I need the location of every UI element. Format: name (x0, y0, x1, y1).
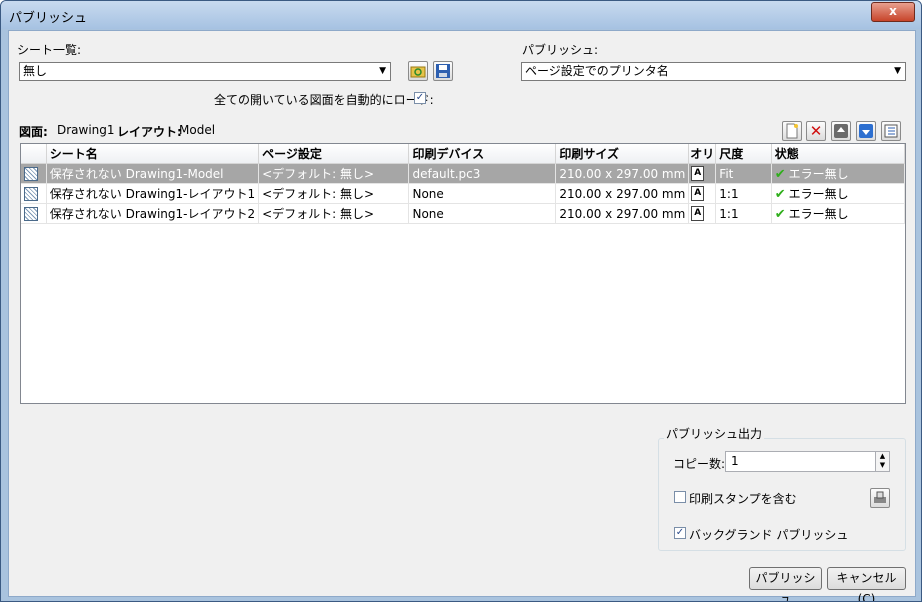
device-cell: None (408, 183, 557, 204)
column-header[interactable]: 状態 (771, 144, 905, 164)
copies-input[interactable]: 1 (725, 451, 876, 472)
status-text: エラー無し (788, 187, 849, 201)
column-header[interactable]: 印刷サイズ (555, 144, 690, 164)
table-row[interactable]: 保存されない Drawing1-レイアウト1 <デフォルト: 無し> None … (21, 183, 905, 204)
sheet-icon (24, 166, 38, 181)
page-setup-cell[interactable]: <デフォルト: 無し> (258, 203, 410, 224)
dialog-client-area: シート一覧: 無し ▼ パブリッシュ: ページ設定でのプリンタ名 ▼ 全ての開い… (8, 30, 916, 601)
column-header[interactable]: オリ (688, 144, 717, 164)
orientation-cell: A (688, 163, 717, 184)
status-cell: ✔ エラー無し (771, 183, 905, 204)
publish-button[interactable]: パブリッシュ (749, 567, 822, 601)
copies-value: 1 (731, 454, 739, 468)
publish-dialog: パブリッシュ x シート一覧: 無し ▼ パブリッシュ: ページ設定でのプリンタ… (0, 0, 922, 602)
sheet-list-label: シート一覧: (17, 43, 82, 57)
publish-to-label: パブリッシュ: (522, 43, 599, 57)
move-down-icon[interactable] (856, 121, 876, 141)
layout-label: レイアウト: (117, 125, 182, 139)
scale-cell: 1:1 (715, 183, 772, 204)
column-header[interactable]: 印刷デバイス (408, 144, 557, 164)
drawing-label: 図面: (19, 125, 48, 139)
orientation-cell: A (688, 183, 717, 204)
load-sheet-list-icon[interactable] (408, 61, 428, 81)
checkmark-icon: ✔ (774, 187, 786, 202)
spin-down-icon[interactable]: ▼ (876, 461, 889, 470)
status-cell: ✔ エラー無し (771, 203, 905, 224)
chevron-down-icon: ▼ (379, 66, 386, 76)
sheet-details-icon[interactable] (881, 121, 901, 141)
column-header-icon (21, 144, 47, 164)
portrait-orientation-icon: A (691, 206, 705, 221)
checkmark-icon: ✔ (774, 207, 786, 222)
stamp-checkbox[interactable] (674, 491, 686, 503)
publish-output-title: パブリッシュ出力 (664, 425, 765, 442)
publish-to-combo[interactable]: ページ設定でのプリンタ名 ▼ (521, 62, 906, 81)
layout-value: Model (179, 123, 216, 137)
drawing-value: Drawing1 (57, 123, 115, 137)
sheet-type-cell (21, 183, 47, 204)
sheet-table[interactable]: シート名 ページ設定 印刷デバイス 印刷サイズ オリ 尺度 状態 保存されない … (20, 143, 906, 404)
stamp-label: 印刷スタンプを含む (689, 492, 797, 506)
add-sheet-icon[interactable] (782, 121, 802, 141)
column-header[interactable]: シート名 (46, 144, 260, 164)
page-setup-cell[interactable]: <デフォルト: 無し> (258, 183, 410, 204)
save-sheet-list-icon[interactable] (433, 61, 453, 81)
status-text: エラー無し (788, 167, 849, 181)
title-bar: パブリッシュ x (1, 1, 921, 29)
status-text: エラー無し (788, 207, 849, 221)
page-setup-cell[interactable]: <デフォルト: 無し> (258, 163, 410, 184)
background-publish-label: バックグランド パブリッシュ (689, 528, 849, 542)
portrait-orientation-icon: A (691, 186, 705, 201)
sheet-type-cell (21, 163, 47, 184)
size-cell: 210.00 x 297.00 mm (555, 183, 690, 204)
sheet-icon (24, 206, 38, 221)
background-publish-checkbox[interactable]: ✓ (674, 527, 686, 539)
copies-stepper[interactable]: ▲ ▼ (875, 451, 890, 472)
auto-load-label: 全ての開いている図面を自動的にロード: (214, 93, 434, 107)
table-row[interactable]: 保存されない Drawing1-Model <デフォルト: 無し> defaul… (21, 163, 905, 184)
sheet-name-cell[interactable]: 保存されない Drawing1-レイアウト2 (46, 203, 260, 224)
spin-up-icon[interactable]: ▲ (876, 452, 889, 461)
checkmark-icon: ✔ (774, 167, 786, 182)
sheet-icon (24, 186, 38, 201)
remove-sheet-icon[interactable]: ✕ (806, 121, 826, 141)
auto-load-checkbox[interactable]: ✓ (414, 92, 426, 104)
scale-cell: Fit (715, 163, 772, 184)
cancel-button[interactable]: キャンセル(C) (827, 567, 906, 601)
sheet-list-value: 無し (23, 64, 48, 78)
sheet-name-cell[interactable]: 保存されない Drawing1-レイアウト1 (46, 183, 260, 204)
device-cell: default.pc3 (408, 163, 557, 184)
sheet-type-cell (21, 203, 47, 224)
copies-label: コピー数: (673, 457, 726, 471)
table-header-row: シート名 ページ設定 印刷デバイス 印刷サイズ オリ 尺度 状態 (21, 144, 905, 164)
device-cell: None (408, 203, 557, 224)
size-cell: 210.00 x 297.00 mm (555, 203, 690, 224)
orientation-cell: A (688, 203, 717, 224)
close-button[interactable]: x (871, 2, 915, 22)
status-cell: ✔ エラー無し (771, 163, 905, 184)
column-header[interactable]: 尺度 (715, 144, 772, 164)
size-cell: 210.00 x 297.00 mm (555, 163, 690, 184)
portrait-orientation-icon: A (691, 166, 705, 181)
window-title: パブリッシュ (9, 11, 88, 26)
chevron-down-icon: ▼ (894, 66, 901, 76)
scale-cell: 1:1 (715, 203, 772, 224)
stamp-settings-icon[interactable] (870, 488, 890, 508)
column-header[interactable]: ページ設定 (258, 144, 410, 164)
move-up-icon[interactable] (831, 121, 851, 141)
sheet-list-combo[interactable]: 無し ▼ (19, 62, 391, 81)
sheet-name-cell[interactable]: 保存されない Drawing1-Model (46, 163, 260, 184)
table-row[interactable]: 保存されない Drawing1-レイアウト2 <デフォルト: 無し> None … (21, 203, 905, 224)
publish-to-value: ページ設定でのプリンタ名 (525, 64, 669, 78)
